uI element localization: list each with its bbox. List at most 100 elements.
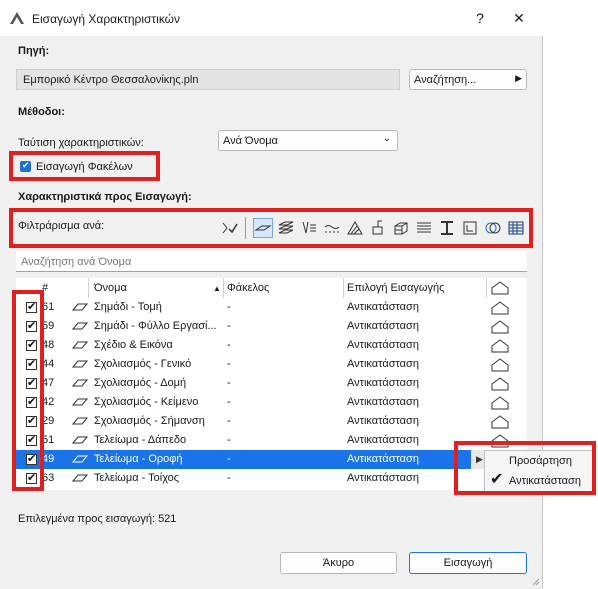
browse-button-label: Αναζήτηση... bbox=[414, 74, 477, 86]
surface-type-icon bbox=[72, 417, 88, 425]
column-divider bbox=[343, 278, 344, 298]
surface-preview-icon bbox=[491, 415, 509, 429]
column-import-choice[interactable]: Επιλογή Εισαγωγής bbox=[347, 282, 444, 294]
search-placeholder: Αναζήτηση ανά Όνομα bbox=[21, 256, 132, 268]
table-row[interactable]: 42Σχολιασμός - Κείμενο-Αντικατάσταση bbox=[16, 393, 527, 412]
title-bar: Εισαγωγή Χαρακτηριστικών ? ✕ bbox=[0, 0, 543, 36]
filter-divider bbox=[245, 217, 246, 239]
building-materials-icon[interactable] bbox=[392, 219, 410, 237]
import-folders-label: Εισαγωγή Φακέλων bbox=[36, 161, 133, 173]
surfaces-column-icon bbox=[491, 281, 509, 295]
import-folders-checkbox[interactable] bbox=[20, 160, 31, 172]
table-row[interactable]: 51Τελείωμα - Δάπεδο-Αντικατάσταση bbox=[16, 431, 527, 450]
table-row[interactable]: 63Τελείωμα - Τοίχος-Αντικατάσταση bbox=[16, 469, 527, 488]
row-import-choice[interactable]: Αντικατάσταση bbox=[347, 339, 419, 351]
row-name: Σχέδιο & Εικόνα bbox=[94, 339, 173, 351]
surface-preview-icon bbox=[491, 358, 509, 372]
cancel-button[interactable]: Άκυρο bbox=[280, 552, 397, 574]
row-import-choice[interactable]: Αντικατάσταση bbox=[347, 301, 419, 313]
column-divider bbox=[223, 278, 224, 298]
table-row[interactable]: 29Σχολιασμός - Σήμανση-Αντικατάσταση bbox=[16, 412, 527, 431]
surface-preview-icon bbox=[491, 301, 509, 315]
row-folder: - bbox=[227, 415, 231, 427]
surface-type-icon bbox=[72, 379, 88, 387]
row-import-choice[interactable]: Αντικατάσταση bbox=[347, 453, 419, 465]
row-folder: - bbox=[227, 339, 231, 351]
row-import-choice[interactable]: Αντικατάσταση bbox=[347, 434, 419, 446]
source-file-name: Εμπορικό Κέντρο Θεσσαλονίκης.pln bbox=[23, 74, 199, 86]
row-import-choice[interactable]: Αντικατάσταση bbox=[347, 377, 419, 389]
surface-preview-icon bbox=[491, 320, 509, 334]
checkbox-column-highlight bbox=[12, 290, 44, 491]
help-button[interactable]: ? bbox=[470, 8, 490, 28]
row-name: Σχολιασμός - Κείμενο bbox=[94, 396, 199, 408]
filter-label: Φιλτράρισμα ανά: bbox=[18, 220, 105, 232]
close-button[interactable]: ✕ bbox=[509, 8, 529, 28]
table-row[interactable]: 59Σημάδι - Φύλλο Εργασί...-Αντικατάσταση bbox=[16, 317, 527, 336]
zone-categories-icon[interactable] bbox=[461, 219, 479, 237]
cancel-button-label: Άκυρο bbox=[322, 557, 355, 569]
row-import-choice[interactable]: Αντικατάσταση bbox=[347, 320, 419, 332]
row-import-choice[interactable]: Αντικατάσταση bbox=[347, 358, 419, 370]
layer-combinations-icon[interactable] bbox=[277, 219, 295, 237]
import-attributes-dialog: Εισαγωγή Χαρακτηριστικών ? ✕ Πηγή: Εμπορ… bbox=[0, 0, 543, 589]
column-folder[interactable]: Φάκελος bbox=[227, 282, 269, 294]
table-header: # Όνομα ▲ Φάκελος Επιλογή Εισαγωγής bbox=[16, 278, 527, 298]
surface-type-icon bbox=[72, 322, 88, 330]
match-attributes-label: Ταύτιση χαρακτηριστικών: bbox=[18, 137, 144, 149]
browse-button[interactable]: Αναζήτηση... ▶ bbox=[409, 69, 527, 90]
table-row[interactable]: 44Σχολιασμός - Γενικό-Αντικατάσταση bbox=[16, 355, 527, 374]
sort-up-icon: ▲ bbox=[213, 284, 221, 293]
chevron-down-icon: ⌄ bbox=[382, 133, 391, 144]
surface-type-icon bbox=[72, 474, 88, 482]
row-name: Τελείωμα - Τοίχος bbox=[94, 472, 180, 484]
select-all-filter-icon[interactable] bbox=[221, 219, 239, 237]
row-folder: - bbox=[227, 377, 231, 389]
row-folder: - bbox=[227, 320, 231, 332]
layers-icon[interactable] bbox=[253, 218, 273, 238]
row-folder: - bbox=[227, 396, 231, 408]
search-field[interactable]: Αναζήτηση ανά Όνομα bbox=[16, 251, 527, 272]
source-label: Πηγή: bbox=[18, 45, 50, 57]
surface-type-icon bbox=[72, 303, 88, 311]
pens-icon[interactable] bbox=[300, 219, 318, 237]
surfaces-icon[interactable] bbox=[415, 219, 433, 237]
surface-type-icon bbox=[72, 398, 88, 406]
import-button[interactable]: Εισαγωγή bbox=[409, 552, 527, 574]
surface-type-icon bbox=[72, 455, 88, 463]
archicad-logo-icon bbox=[10, 12, 24, 24]
match-attributes-value: Ανά Όνομα bbox=[223, 135, 278, 147]
resize-grip-icon[interactable] bbox=[530, 576, 540, 586]
row-import-choice[interactable]: Αντικατάσταση bbox=[347, 415, 419, 427]
row-folder: - bbox=[227, 358, 231, 370]
fill-types-icon[interactable] bbox=[346, 219, 364, 237]
mep-systems-icon[interactable] bbox=[484, 219, 502, 237]
row-folder: - bbox=[227, 453, 231, 465]
surface-preview-icon bbox=[491, 396, 509, 410]
table-row[interactable]: 61Σημάδι - Τομή-Αντικατάσταση bbox=[16, 298, 527, 317]
table-row[interactable]: 47Σχολιασμός - Δομή-Αντικατάσταση bbox=[16, 374, 527, 393]
arrow-right-icon: ▶ bbox=[515, 73, 522, 83]
row-folder: - bbox=[227, 301, 231, 313]
column-name[interactable]: Όνομα bbox=[94, 282, 127, 294]
line-types-icon[interactable] bbox=[323, 219, 341, 237]
menu-highlight bbox=[454, 441, 596, 495]
source-file-field: Εμπορικό Κέντρο Θεσσαλονίκης.pln bbox=[16, 69, 400, 90]
surface-type-icon bbox=[72, 436, 88, 444]
selected-count: Επιλεγμένα προς εισαγωγή: 521 bbox=[18, 513, 177, 525]
table-row[interactable]: 49Τελείωμα - Οροφή-Αντικατάσταση▶ bbox=[16, 450, 527, 469]
column-divider bbox=[88, 278, 89, 298]
composites-icon[interactable] bbox=[369, 219, 387, 237]
row-name: Σημάδι - Τομή bbox=[94, 301, 162, 313]
operation-profiles-icon[interactable] bbox=[507, 219, 525, 237]
surface-type-icon bbox=[72, 341, 88, 349]
row-import-choice[interactable]: Αντικατάσταση bbox=[347, 396, 419, 408]
row-import-choice[interactable]: Αντικατάσταση bbox=[347, 472, 419, 484]
match-attributes-select[interactable]: Ανά Όνομα ⌄ bbox=[218, 130, 398, 151]
profiles-icon[interactable] bbox=[438, 219, 456, 237]
import-button-label: Εισαγωγή bbox=[443, 557, 493, 569]
surface-preview-icon bbox=[491, 377, 509, 391]
table-row[interactable]: 48Σχέδιο & Εικόνα-Αντικατάσταση bbox=[16, 336, 527, 355]
row-name: Τελείωμα - Δάπεδο bbox=[94, 434, 187, 446]
row-name: Σημάδι - Φύλλο Εργασί... bbox=[94, 320, 217, 332]
